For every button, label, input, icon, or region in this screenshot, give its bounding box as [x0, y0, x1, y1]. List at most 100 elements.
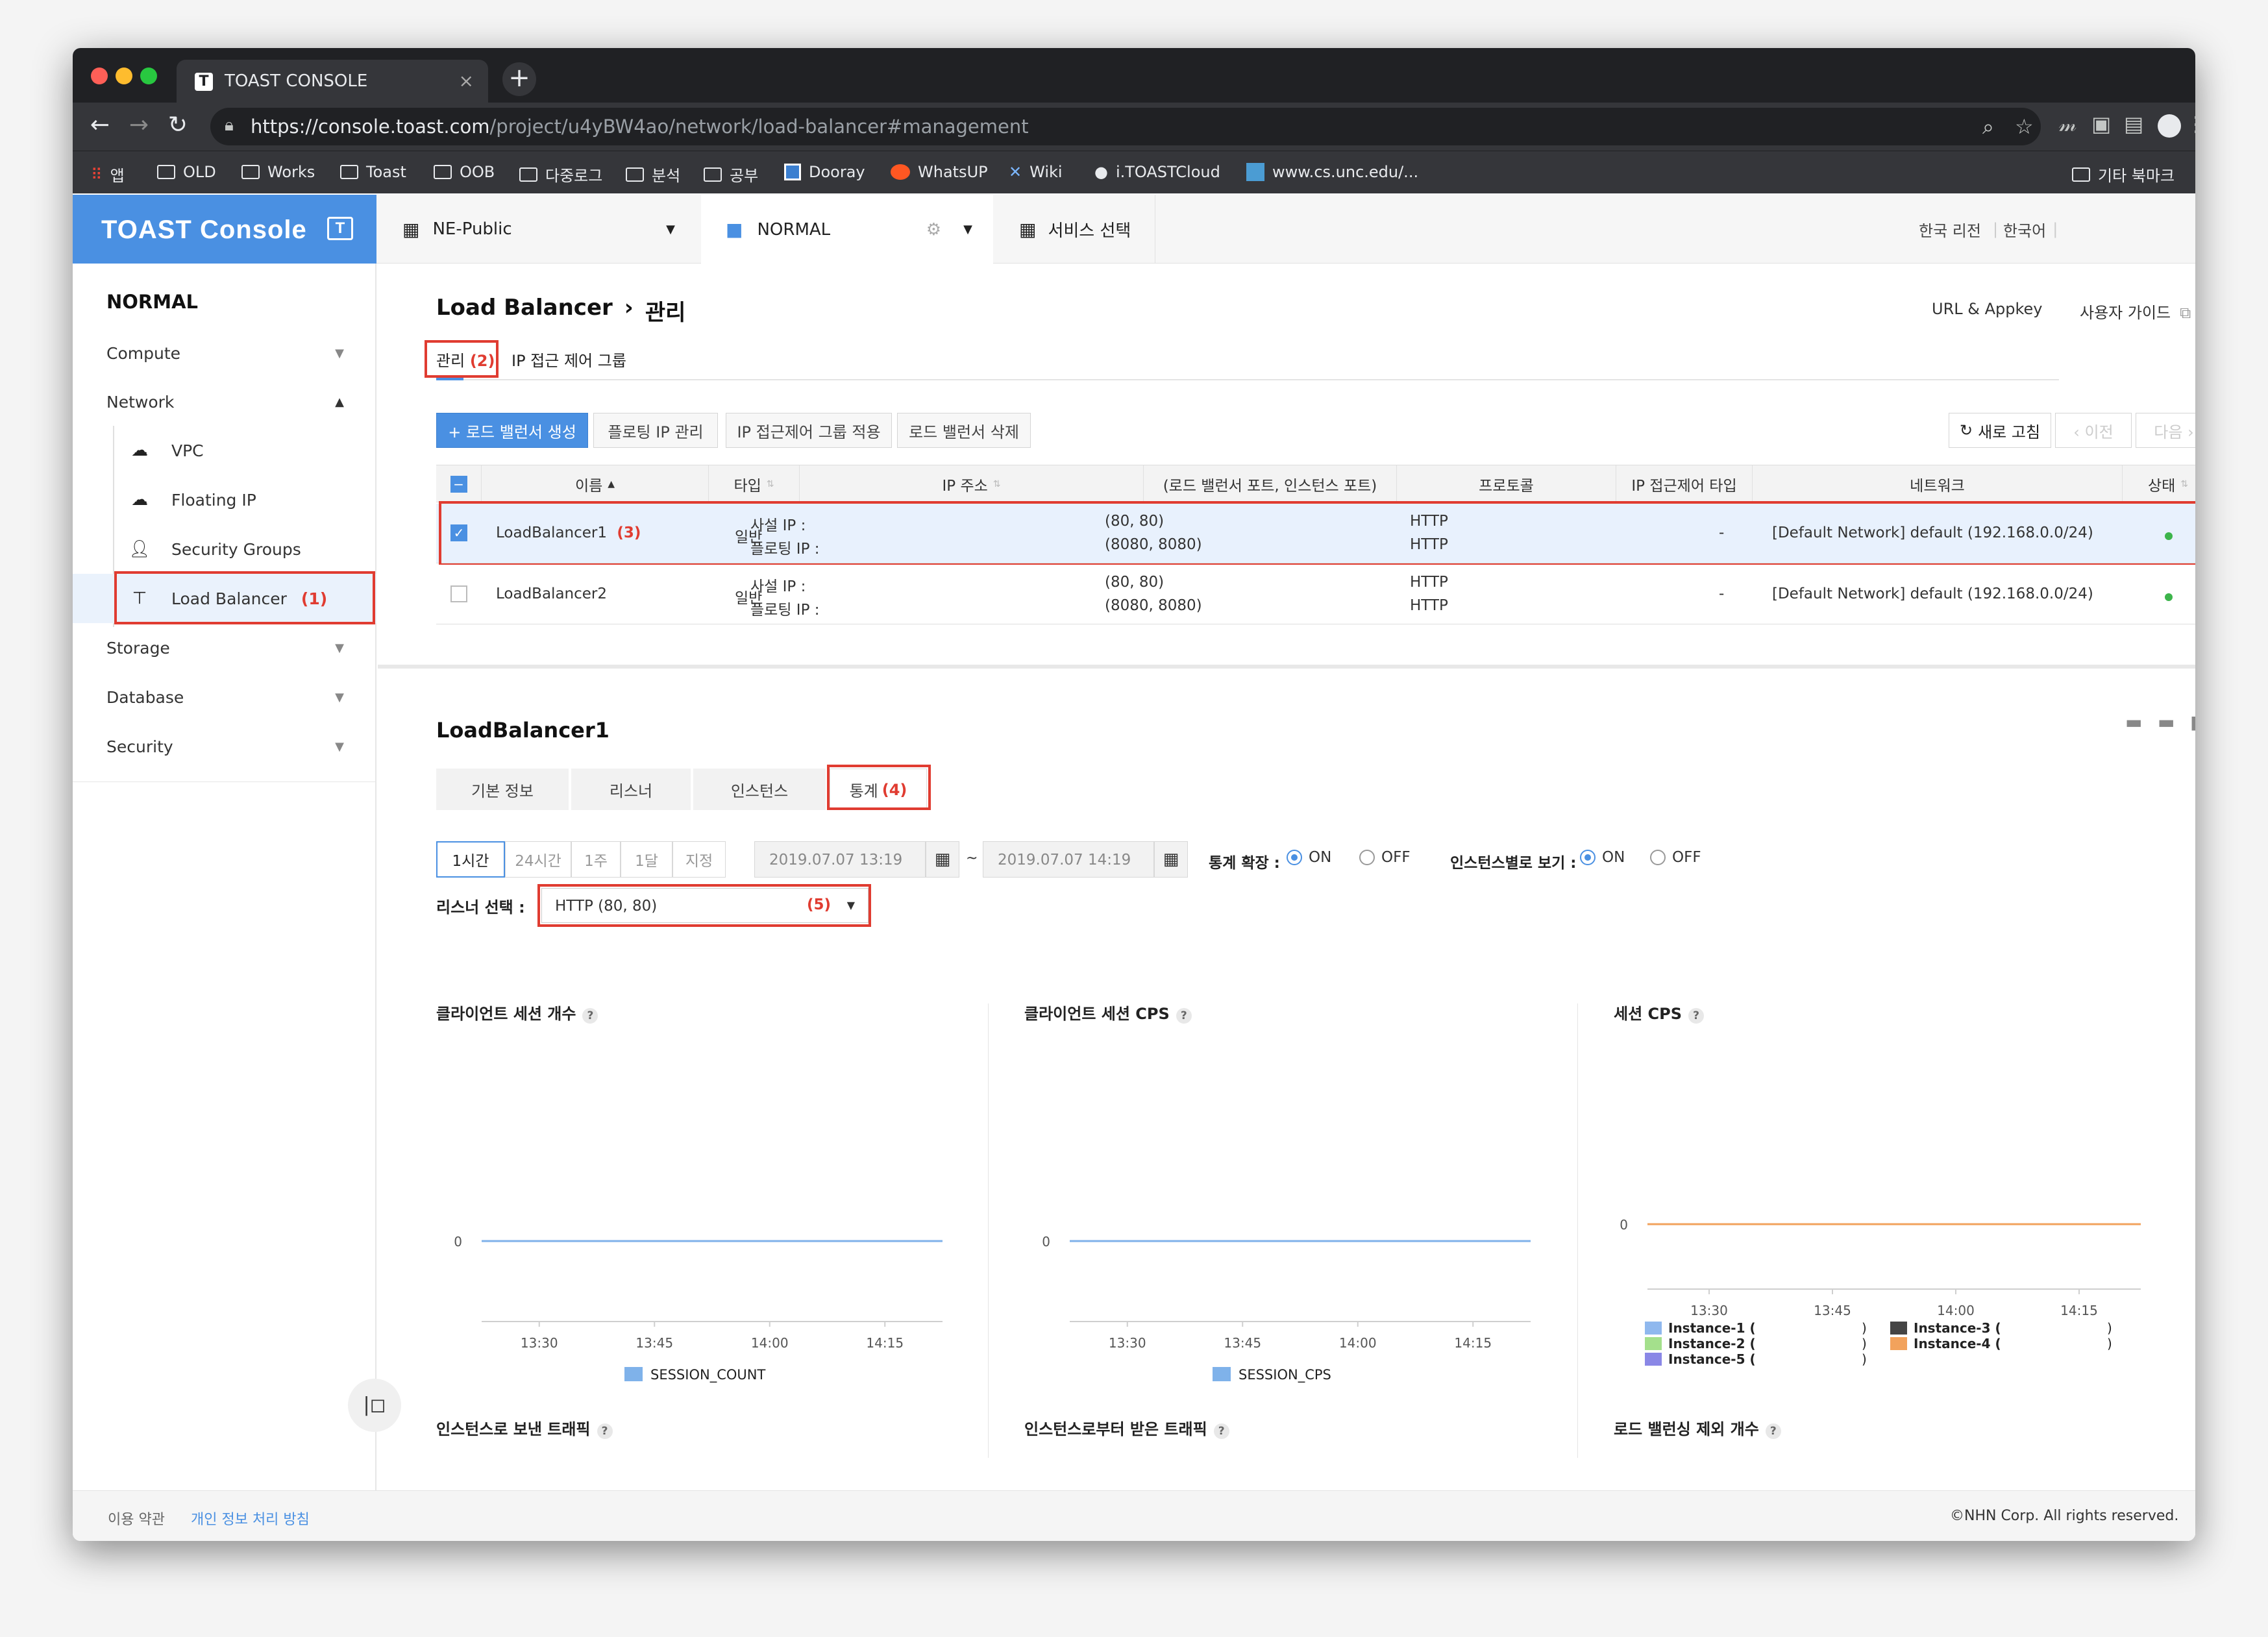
- per-instance-off[interactable]: OFF: [1650, 849, 1701, 866]
- x-tick-label: 13:30: [1109, 1335, 1146, 1351]
- project-select[interactable]: ■ NORMAL ⚙ ▼: [701, 195, 993, 264]
- bookmark-folder[interactable]: 공부: [704, 163, 758, 186]
- browser-tab[interactable]: T TOAST CONSOLE ×: [177, 60, 488, 103]
- minimize-window-button[interactable]: [116, 68, 132, 84]
- header-name[interactable]: 이름 ▲: [482, 465, 709, 503]
- bookmark-folder[interactable]: 다중로그: [519, 163, 602, 186]
- language-select[interactable]: 한국어 |: [2003, 195, 2058, 264]
- project-name: NORMAL: [106, 291, 199, 313]
- extension-photo-icon[interactable]: ▤: [2124, 112, 2143, 136]
- sidebar-item-compute[interactable]: Compute ▼: [73, 328, 376, 378]
- bookmark-wiki[interactable]: ✕ Wiki: [1009, 163, 1063, 181]
- session-count-chart: 0 13:30 13:45 14:00 14:15 SESSION_COUNT: [454, 1234, 943, 1383]
- header-status[interactable]: 상태 ⇅: [2123, 465, 2195, 503]
- help-icon: ?: [582, 1008, 598, 1024]
- chevron-down-icon: ▼: [335, 690, 344, 704]
- range-24h[interactable]: 24시간: [505, 841, 571, 878]
- x-tick-label: 13:45: [635, 1335, 673, 1351]
- chart-divider: [988, 1003, 989, 1458]
- refresh-button[interactable]: ↻ 새로 고침: [1949, 413, 2051, 448]
- bookmark-folder[interactable]: Toast: [340, 163, 406, 181]
- toast-console-logo[interactable]: TOAST Console T: [73, 195, 376, 264]
- x-tick-label: 13:30: [1690, 1303, 1728, 1318]
- lb-name[interactable]: LoadBalancer2: [496, 585, 607, 602]
- bookmark-folder[interactable]: Works: [241, 163, 315, 181]
- reload-icon[interactable]: ↻: [162, 112, 193, 138]
- stat-expand-on[interactable]: ON: [1287, 849, 1331, 866]
- bookmark-folder[interactable]: OLD: [157, 163, 216, 181]
- panel-size-medium-icon[interactable]: ▬: [2158, 711, 2175, 733]
- close-tab-icon[interactable]: ×: [459, 70, 474, 92]
- date-to-input[interactable]: 2019.07.07 14:19: [983, 841, 1154, 878]
- per-instance-on[interactable]: ON: [1580, 849, 1625, 866]
- tab-ip-acl-group[interactable]: IP 접근 제어 그룹: [512, 348, 626, 371]
- privacy-link[interactable]: 개인 정보 처리 방침: [191, 1508, 310, 1529]
- profile-avatar[interactable]: [2158, 114, 2181, 138]
- table-row[interactable]: LoadBalancer2 일반 사설 IP : 플로팅 IP : (80, 8…: [436, 565, 2195, 624]
- date-from-input[interactable]: 2019.07.07 13:19: [754, 841, 926, 878]
- footer: 이용 약관 개인 정보 처리 방침 ©NHN Corp. All rights …: [73, 1490, 2195, 1541]
- close-window-button[interactable]: [91, 68, 108, 84]
- range-1h[interactable]: 1시간: [436, 841, 505, 878]
- new-tab-button[interactable]: +: [502, 62, 536, 96]
- sidebar-item-floating-ip[interactable]: ☁ Floating IP: [73, 475, 376, 524]
- port-pair: (8080, 8080): [1105, 597, 1202, 614]
- bookmark-folder[interactable]: OOB: [434, 163, 495, 181]
- bookmark-unc[interactable]: www.cs.unc.edu/...: [1246, 163, 1418, 181]
- bookmark-whatsup[interactable]: WhatsUP: [891, 163, 988, 181]
- sidebar-item-vpc[interactable]: ☁ VPC: [73, 426, 376, 475]
- panel-size-large-icon[interactable]: ■: [2190, 711, 2195, 733]
- tab-instance[interactable]: 인스턴스: [693, 769, 826, 810]
- select-all-checkbox[interactable]: −: [436, 465, 482, 503]
- prev-page-button[interactable]: ‹ 이전: [2055, 413, 2132, 448]
- menu-dots-icon[interactable]: ⋮: [2186, 112, 2195, 136]
- page-title: Load Balancer › 관리: [436, 295, 686, 326]
- bookmark-github[interactable]: ● i.TOASTCloud: [1094, 163, 1220, 181]
- sidebar-item-network[interactable]: Network ▲: [73, 377, 376, 426]
- panel-splitter[interactable]: [378, 665, 2195, 669]
- delete-lb-button[interactable]: 로드 밸런서 삭제: [897, 413, 1031, 448]
- zoom-icon[interactable]: ⌕: [1982, 114, 1994, 140]
- sidebar-item-storage[interactable]: Storage ▼: [73, 623, 376, 672]
- range-custom[interactable]: 지정: [672, 841, 726, 878]
- user-guide-link[interactable]: 사용자 가이드 ⧉: [2080, 300, 2191, 323]
- tab-listener[interactable]: 리스너: [571, 769, 691, 810]
- tab-basic-info[interactable]: 기본 정보: [436, 769, 569, 810]
- star-icon[interactable]: ☆: [2015, 114, 2034, 139]
- floating-ip-button[interactable]: 플로팅 IP 관리: [593, 413, 718, 448]
- url-appkey-link[interactable]: URL & Appkey: [1932, 300, 2042, 318]
- calendar-icon[interactable]: ▦: [1154, 841, 1188, 878]
- bookmark-apps[interactable]: ⠿ 앱: [91, 163, 125, 186]
- extension-icon[interactable]: ▣: [2091, 112, 2111, 136]
- extension-m-icon[interactable]: 𝓂: [2059, 112, 2077, 137]
- maximize-window-button[interactable]: [140, 68, 157, 84]
- panel-size-small-icon[interactable]: ▬: [2125, 711, 2142, 733]
- range-1w[interactable]: 1주: [571, 841, 621, 878]
- region-select[interactable]: 한국 리전 |: [1919, 195, 1998, 264]
- gear-icon[interactable]: ⚙: [926, 220, 941, 240]
- bookmark-other[interactable]: 기타 북마크: [2072, 163, 2175, 186]
- stat-expand-off[interactable]: OFF: [1359, 849, 1411, 866]
- bookmark-folder[interactable]: 분석: [626, 163, 680, 186]
- service-select[interactable]: ▦ 서비스 선택: [993, 195, 1155, 264]
- table-header: − 이름 ▲ 타입 ⇅ IP 주소 ⇅ (로드 밸런서 포트, 인스턴스 포트) 프로…: [436, 465, 2195, 503]
- range-1m[interactable]: 1달: [621, 841, 672, 878]
- bookmark-dooray[interactable]: Dooray: [784, 163, 865, 181]
- terms-link[interactable]: 이용 약관: [108, 1508, 165, 1529]
- row-checkbox[interactable]: [450, 585, 467, 602]
- header-ip[interactable]: IP 주소 ⇅: [800, 465, 1144, 503]
- header-type[interactable]: 타입 ⇅: [709, 465, 800, 503]
- next-page-button[interactable]: 다음 ›: [2136, 413, 2195, 448]
- forward-arrow-icon[interactable]: →: [123, 112, 154, 138]
- apply-acl-button[interactable]: IP 접근제어 그룹 적용: [726, 413, 892, 448]
- calendar-icon[interactable]: ▦: [926, 841, 959, 878]
- sidebar-item-security-groups[interactable]: 👤︎ Security Groups: [73, 524, 376, 574]
- org-select[interactable]: ▦ NE-Public ▼: [402, 195, 675, 264]
- sidebar-item-database[interactable]: Database ▼: [73, 672, 376, 722]
- back-arrow-icon[interactable]: ←: [84, 112, 116, 138]
- console-badge-icon[interactable]: T: [327, 217, 353, 240]
- address-bar[interactable]: 🔒︎ https://console.toast.com/project/u4y…: [210, 108, 2041, 145]
- sidebar-item-security[interactable]: Security ▼: [73, 722, 376, 771]
- x-tick-label: 13:30: [521, 1335, 558, 1351]
- create-lb-button[interactable]: + 로드 밸런서 생성: [436, 413, 588, 448]
